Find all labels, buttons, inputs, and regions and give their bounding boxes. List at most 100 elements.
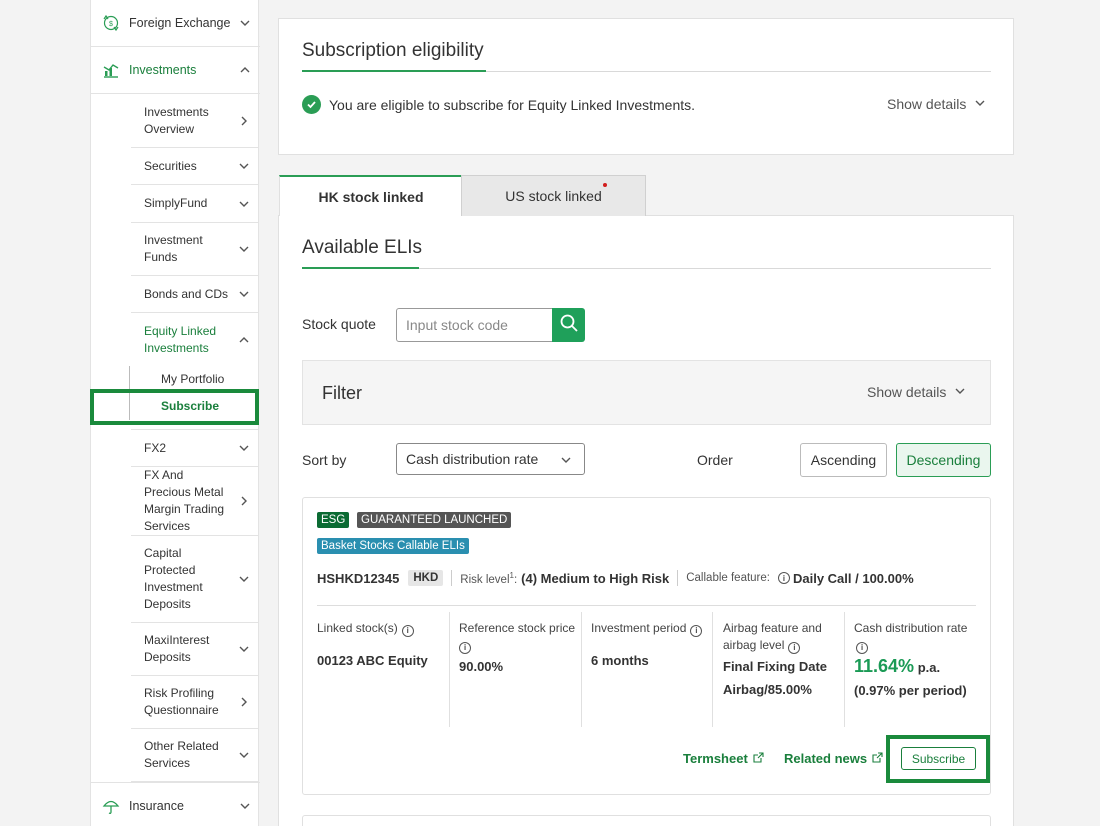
- chevron-down-icon: [560, 454, 572, 466]
- sidebar-item-label: FX2: [144, 440, 167, 455]
- tab-label: US stock linked: [505, 188, 602, 204]
- investment-period-column: Investment period i 6 months: [591, 620, 709, 672]
- umbrella-icon: [101, 796, 121, 816]
- sidebar-item-maxiinterest[interactable]: MaxiInterest Deposits: [131, 623, 259, 676]
- order-label: Order: [697, 452, 733, 468]
- divider: [317, 605, 976, 606]
- sidebar-item-label: Investment Funds: [144, 233, 203, 264]
- sidebar-item-other-related[interactable]: Other Related Services: [131, 729, 259, 782]
- chevron-right-icon: [238, 696, 250, 708]
- risk-level-value: (4) Medium to High Risk: [521, 570, 670, 586]
- sidebar-item-equity-linked-investments[interactable]: Equity Linked Investments: [131, 313, 259, 367]
- chevron-down-icon: [239, 800, 251, 812]
- stock-code-input[interactable]: [396, 308, 553, 342]
- chevron-down-icon: [238, 243, 250, 255]
- eligibility-title: Subscription eligibility: [302, 40, 484, 61]
- chevron-up-icon: [238, 334, 250, 346]
- tab-us-stock-linked[interactable]: US stock linked: [461, 175, 646, 216]
- risk-label-text: Risk level: [460, 573, 510, 586]
- stock-quote-label: Stock quote: [302, 316, 376, 332]
- reference-price-value: 90.00%: [459, 659, 504, 674]
- sidebar-item-label: Other Related Services: [144, 739, 219, 770]
- product-code: HSHKD12345: [317, 570, 400, 586]
- sidebar-item-label: Insurance: [129, 799, 184, 813]
- show-details-label: Show details: [887, 96, 967, 112]
- linked-stock-value: 00123 ABC Equity: [317, 653, 428, 668]
- sidebar-item-label: Bonds and CDs: [144, 286, 229, 301]
- airbag-value: Final Fixing Date Airbag/85.00%: [723, 659, 828, 697]
- chevron-down-icon: [238, 643, 250, 655]
- sidebar-item-label: MaxiInterest Deposits: [144, 633, 210, 664]
- chevron-down-icon: [238, 442, 250, 454]
- search-icon: [559, 313, 579, 338]
- sort-by-value: Cash distribution rate: [406, 451, 539, 467]
- cash-distribution-column: Cash distribution rate i 11.64% p.a. (0.9…: [854, 620, 979, 702]
- sidebar-item-investments-overview[interactable]: Investments Overview: [131, 94, 259, 148]
- chevron-down-icon: [238, 160, 250, 172]
- sidebar-item-label: SimplyFund: [144, 196, 208, 210]
- column-separator: [581, 612, 582, 727]
- callable-feature-label: Callable feature:: [686, 572, 770, 584]
- eligibility-show-details[interactable]: Show details: [887, 96, 994, 112]
- sidebar-item-fx-precious-metal[interactable]: FX And Precious Metal Margin Trading Ser…: [131, 467, 259, 536]
- chevron-down-icon: [954, 384, 966, 400]
- link-label: Termsheet: [683, 751, 748, 766]
- eligibility-message-row: You are eligible to subscribe for Equity…: [302, 95, 695, 114]
- external-link-icon: [748, 751, 764, 766]
- cash-distribution-rate: 11.64%: [854, 656, 915, 676]
- available-elis-title: Available ELIs: [302, 237, 423, 258]
- separator: [451, 570, 453, 586]
- sidebar-item-label: Equity Linked Investments: [144, 324, 217, 355]
- column-separator: [712, 612, 713, 727]
- sidebar-item-investment-funds[interactable]: Investment Funds: [131, 223, 259, 276]
- reference-price-column: Reference stock price i 90.00%: [459, 620, 579, 678]
- chevron-up-icon: [239, 64, 251, 76]
- info-icon[interactable]: i: [856, 641, 868, 654]
- ascending-button[interactable]: Ascending: [800, 443, 887, 477]
- sidebar-item-label: Investments: [129, 63, 197, 77]
- sidebar-item-bonds-and-cds[interactable]: Bonds and CDs: [131, 276, 259, 313]
- chevron-down-icon: [238, 749, 250, 761]
- info-icon[interactable]: i: [777, 572, 790, 584]
- related-news-link[interactable]: Related news: [784, 751, 883, 766]
- sidebar-item-insurance[interactable]: Insurance: [91, 782, 260, 826]
- info-icon[interactable]: i: [401, 624, 414, 637]
- chevron-down-icon: [974, 96, 986, 112]
- sidebar-item-investments[interactable]: Investments: [91, 47, 260, 94]
- filter-title: Filter: [322, 383, 362, 403]
- risk-level-label: Risk level1:: [460, 570, 518, 586]
- info-icon[interactable]: i: [788, 641, 801, 654]
- column-header: Reference stock price: [459, 621, 576, 635]
- descending-button[interactable]: Descending: [896, 443, 991, 477]
- sidebar-item-foreign-exchange[interactable]: $ Foreign Exchange: [91, 0, 260, 47]
- search-button[interactable]: [552, 308, 585, 342]
- sidebar-item-label: Risk Profiling Questionnaire: [144, 686, 219, 717]
- chevron-right-icon: [238, 495, 250, 507]
- currency-badge: HKD: [408, 570, 444, 586]
- tab-hk-stock-linked[interactable]: HK stock linked: [279, 175, 462, 216]
- sidebar-leaf-my-portfolio[interactable]: My Portfolio: [161, 372, 224, 386]
- sidebar-item-simplyfund[interactable]: SimplyFund: [131, 185, 259, 223]
- currency-exchange-icon: $: [101, 13, 121, 33]
- sidebar-item-fx2[interactable]: FX2: [131, 429, 259, 467]
- sort-by-select[interactable]: Cash distribution rate: [396, 443, 585, 475]
- sidebar-item-risk-profiling[interactable]: Risk Profiling Questionnaire: [131, 676, 259, 729]
- eligibility-card: [278, 18, 1014, 155]
- chevron-down-icon: [238, 288, 250, 300]
- column-header: Cash distribution rate: [854, 621, 968, 635]
- column-header: Linked stock(s): [317, 621, 398, 635]
- title-underline: [302, 267, 419, 269]
- info-icon[interactable]: i: [690, 624, 703, 637]
- per-annum-label: p.a.: [917, 660, 941, 675]
- info-icon[interactable]: i: [459, 641, 471, 654]
- sidebar-item-securities[interactable]: Securities: [131, 148, 259, 185]
- rate-per-period: (0.97% per period): [854, 683, 967, 698]
- chevron-down-icon: [238, 573, 250, 585]
- termsheet-link[interactable]: Termsheet: [683, 751, 764, 766]
- filter-show-details[interactable]: Show details: [867, 384, 974, 400]
- separator: [677, 570, 679, 586]
- linked-stock-column: Linked stock(s) i 00123 ABC Equity: [317, 620, 442, 672]
- sidebar-item-label: Foreign Exchange: [129, 16, 231, 30]
- sidebar-item-capital-protected[interactable]: Capital Protected Investment Deposits: [131, 536, 259, 623]
- product-summary-row: HSHKD12345 HKD Risk level1: (4) Medium t…: [317, 570, 914, 586]
